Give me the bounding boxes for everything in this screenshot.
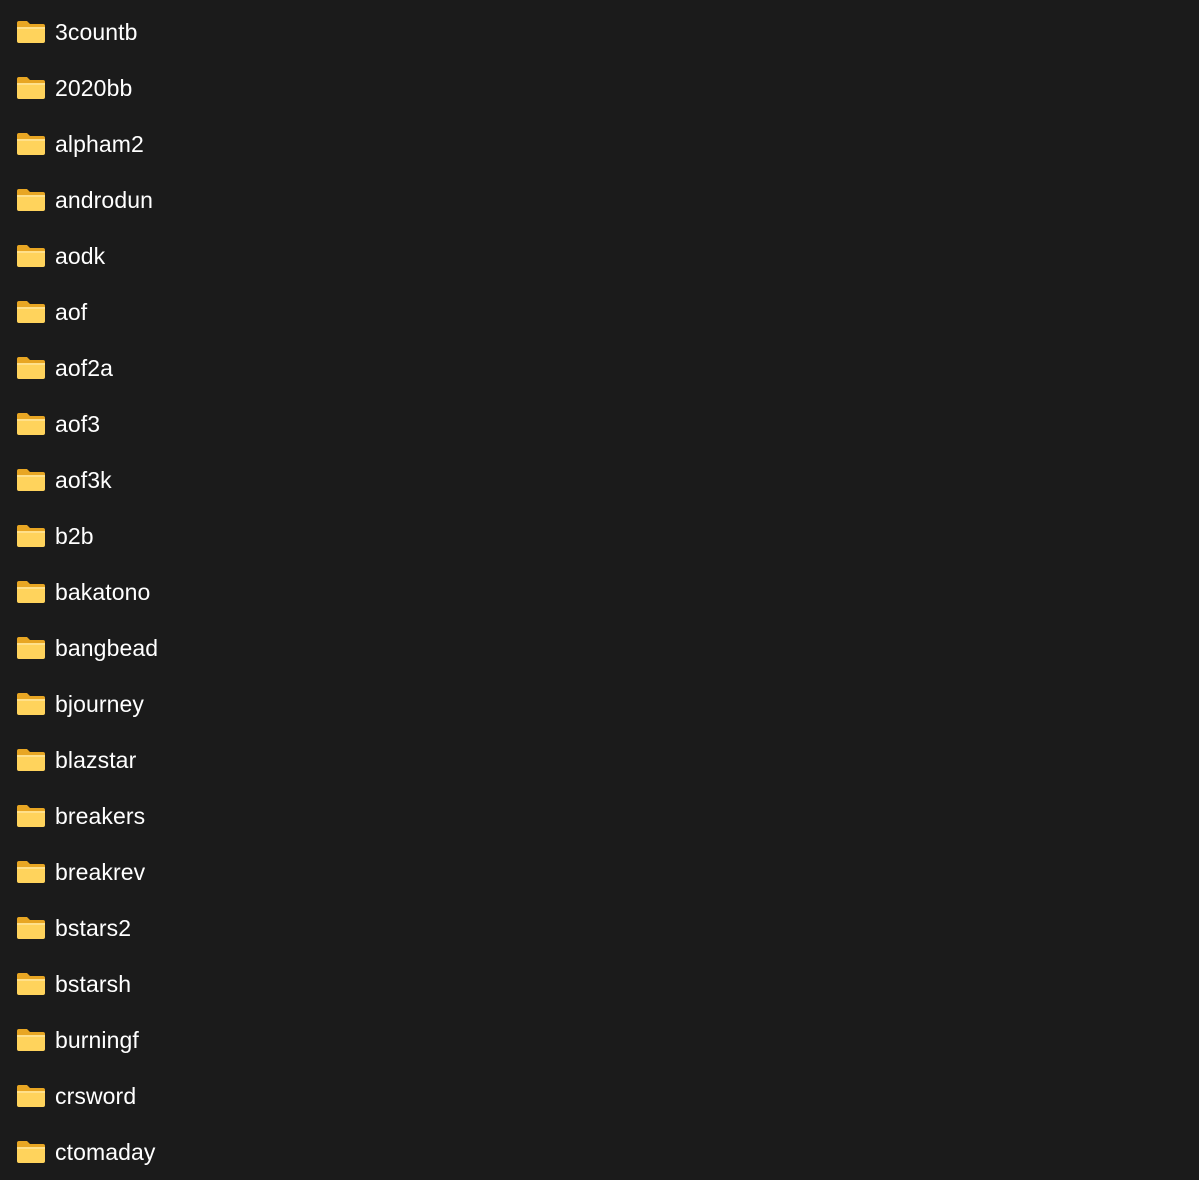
folder-icon: [16, 972, 46, 996]
folder-icon: [16, 76, 46, 100]
folder-item-burningf[interactable]: burningf: [0, 1012, 1199, 1068]
folder-item-breakers[interactable]: breakers: [0, 788, 1199, 844]
folder-item-blazstar[interactable]: blazstar: [0, 732, 1199, 788]
folder-icon: [16, 804, 46, 828]
folder-item-aof3k[interactable]: aof3k: [0, 452, 1199, 508]
folder-item-aof3[interactable]: aof3: [0, 396, 1199, 452]
folder-icon: [16, 356, 46, 380]
folder-item-aof2a[interactable]: aof2a: [0, 340, 1199, 396]
folder-item-bstarsh[interactable]: bstarsh: [0, 956, 1199, 1012]
folder-name: breakers: [55, 803, 146, 829]
folder-name: 3countb: [55, 19, 138, 45]
folder-list: 3countb 2020bb alpham2 androdun aodk aof…: [0, 4, 1199, 1180]
folder-name: bstarsh: [55, 971, 132, 997]
folder-name: aof2a: [55, 355, 114, 381]
folder-item-breakrev[interactable]: breakrev: [0, 844, 1199, 900]
folder-icon: [16, 748, 46, 772]
folder-name: bstars2: [55, 915, 132, 941]
folder-name: bangbead: [55, 635, 159, 661]
folder-icon: [16, 132, 46, 156]
folder-icon: [16, 188, 46, 212]
folder-icon: [16, 20, 46, 44]
folder-name: bakatono: [55, 579, 151, 605]
folder-icon: [16, 580, 46, 604]
folder-icon: [16, 636, 46, 660]
folder-icon: [16, 1028, 46, 1052]
folder-icon: [16, 468, 46, 492]
folder-item-bstars2[interactable]: bstars2: [0, 900, 1199, 956]
folder-icon: [16, 300, 46, 324]
folder-item-bakatono[interactable]: bakatono: [0, 564, 1199, 620]
folder-name: alpham2: [55, 131, 144, 157]
folder-icon: [16, 1140, 46, 1164]
folder-name: aof3: [55, 411, 101, 437]
folder-icon: [16, 692, 46, 716]
folder-name: breakrev: [55, 859, 146, 885]
folder-name: ctomaday: [55, 1139, 156, 1165]
folder-item-3countb[interactable]: 3countb: [0, 4, 1199, 60]
folder-icon: [16, 860, 46, 884]
folder-item-2020bb[interactable]: 2020bb: [0, 60, 1199, 116]
folder-name: aodk: [55, 243, 106, 269]
folder-item-aof[interactable]: aof: [0, 284, 1199, 340]
folder-item-bjourney[interactable]: bjourney: [0, 676, 1199, 732]
folder-name: blazstar: [55, 747, 137, 773]
folder-name: b2b: [55, 523, 94, 549]
folder-icon: [16, 412, 46, 436]
folder-item-crsword[interactable]: crsword: [0, 1068, 1199, 1124]
folder-icon: [16, 524, 46, 548]
folder-item-b2b[interactable]: b2b: [0, 508, 1199, 564]
folder-name: crsword: [55, 1083, 137, 1109]
folder-name: burningf: [55, 1027, 139, 1053]
folder-item-ctomaday[interactable]: ctomaday: [0, 1124, 1199, 1180]
folder-icon: [16, 244, 46, 268]
folder-icon: [16, 916, 46, 940]
folder-name: aof3k: [55, 467, 112, 493]
folder-name: aof: [55, 299, 88, 325]
folder-name: 2020bb: [55, 75, 133, 101]
folder-name: androdun: [55, 187, 153, 213]
folder-item-androdun[interactable]: androdun: [0, 172, 1199, 228]
folder-icon: [16, 1084, 46, 1108]
folder-item-alpham2[interactable]: alpham2: [0, 116, 1199, 172]
folder-item-bangbead[interactable]: bangbead: [0, 620, 1199, 676]
folder-item-aodk[interactable]: aodk: [0, 228, 1199, 284]
folder-name: bjourney: [55, 691, 145, 717]
